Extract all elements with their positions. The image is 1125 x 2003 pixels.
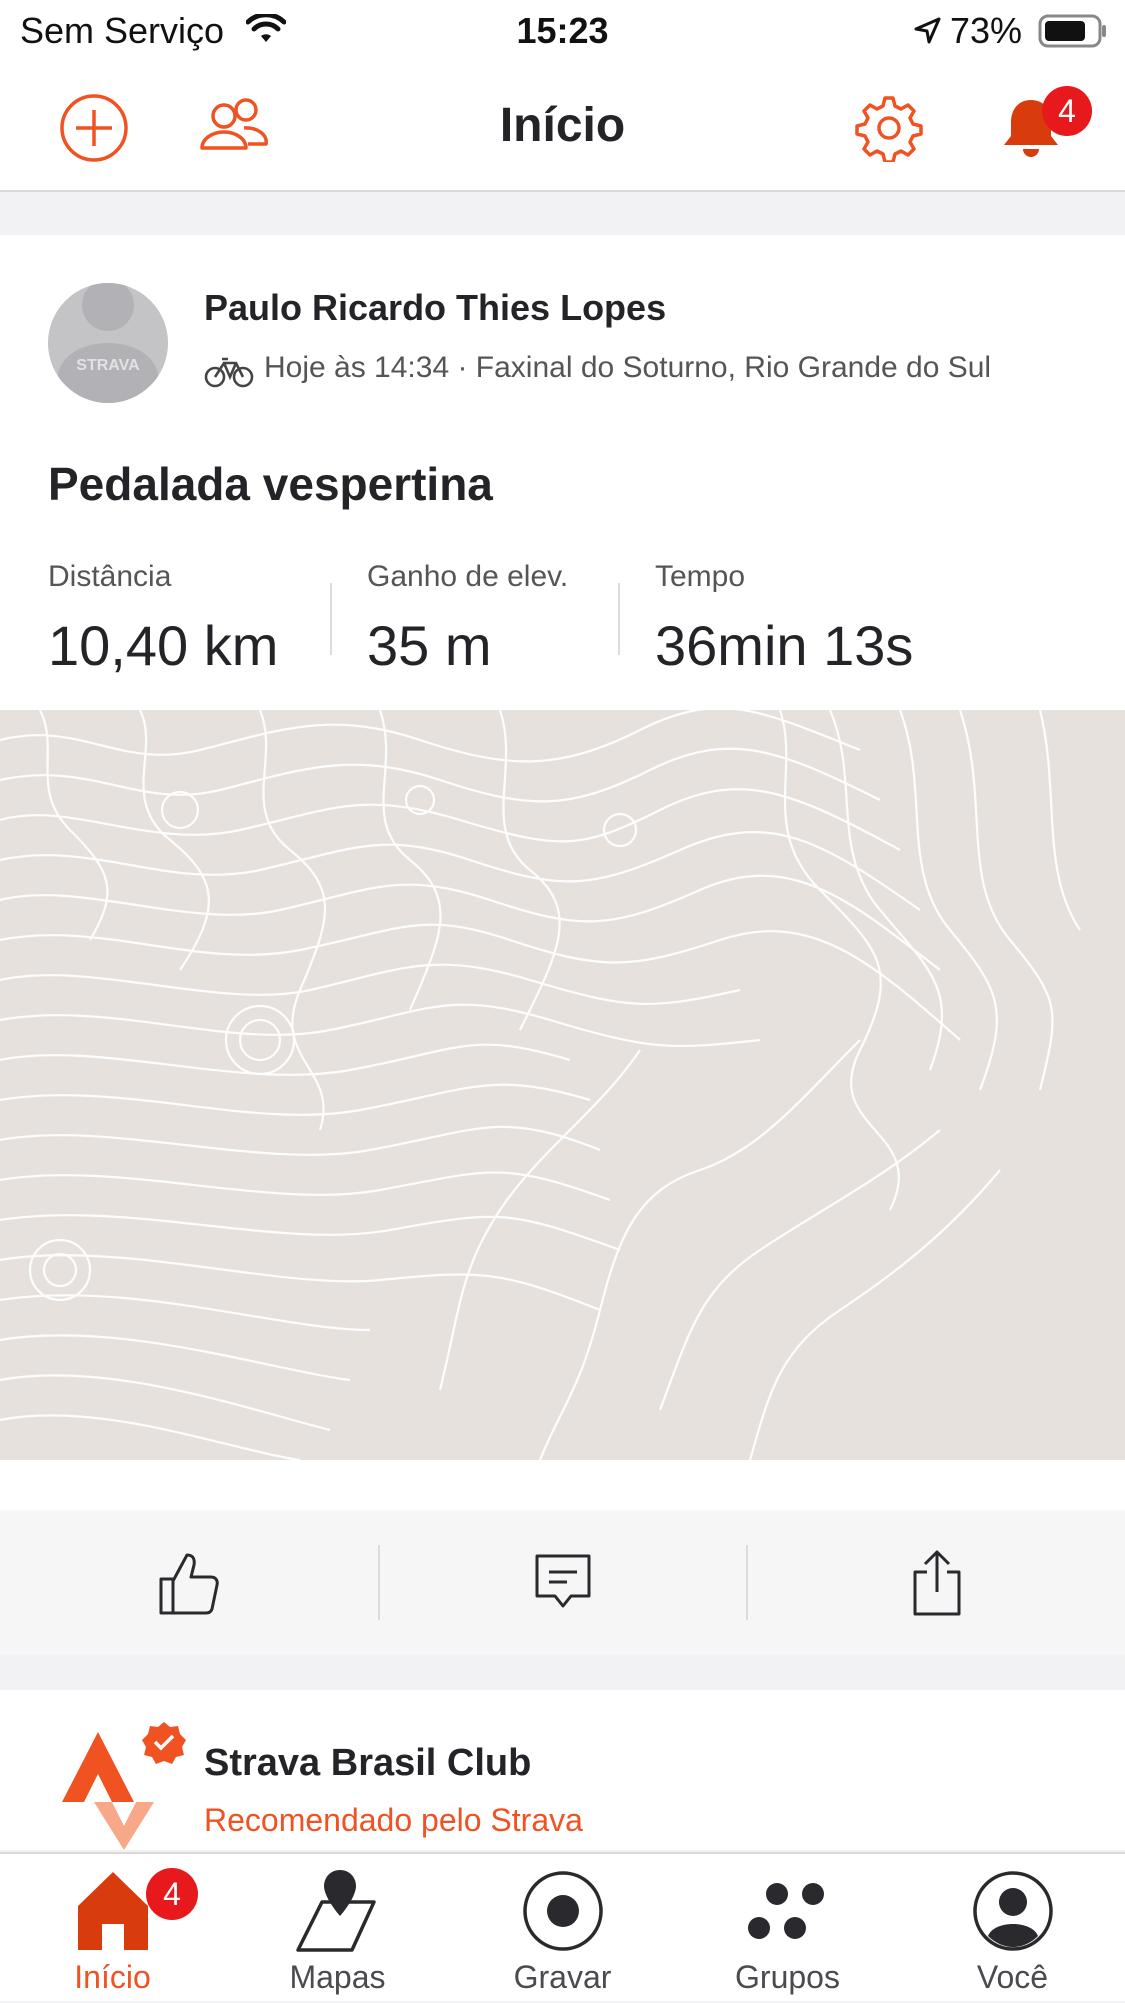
tab-label: Grupos (735, 1959, 840, 1995)
activity-meta: Hoje às 14:34 · Faxinal do Soturno, Rio … (264, 351, 992, 384)
stat-label-distance: Distância (48, 560, 172, 593)
activity-card[interactable]: STRAVA Paulo Ricardo Thies Lopes Hoje às… (0, 235, 1125, 1515)
comment-icon (535, 1554, 591, 1607)
bike-icon (204, 357, 254, 388)
groups-icon (747, 1883, 824, 1939)
activity-actions (0, 1510, 1125, 1655)
stat-value-distance: 10,40 km (48, 614, 279, 677)
gear-icon[interactable] (855, 94, 923, 162)
stat-label-time: Tempo (655, 560, 746, 593)
notification-badge: 4 (1042, 86, 1092, 136)
top-nav: Início 4 (0, 62, 1125, 192)
tab-label: Início (74, 1959, 151, 1995)
club-name[interactable]: Strava Brasil Club (204, 1742, 531, 1785)
comment-button[interactable] (380, 1510, 746, 1655)
status-bar: Sem Serviço 15:23 73% (0, 0, 1125, 62)
avatar-text: STRAVA (76, 357, 140, 374)
club-subtitle: Recomendado pelo Strava (204, 1802, 583, 1838)
club-card[interactable]: Strava Brasil Club Recomendado pelo Stra… (0, 1690, 1125, 1850)
stat-divider (618, 583, 620, 655)
battery-percentage: 73% (950, 10, 1023, 51)
tab-inicio[interactable]: 4 Início (0, 1854, 225, 2003)
profile-icon (972, 1871, 1053, 1951)
tab-mapas[interactable]: Mapas (225, 1854, 450, 2003)
tab-voce[interactable]: Você (900, 1854, 1125, 2003)
share-icon (913, 1550, 960, 1615)
tab-grupos[interactable]: Grupos (675, 1854, 900, 2003)
home-icon (77, 1872, 148, 1950)
map-icon (295, 1870, 376, 1952)
activity-title[interactable]: Pedalada vespertina (48, 457, 493, 511)
activity-map[interactable] (0, 710, 1125, 1460)
tab-label: Mapas (289, 1959, 386, 1995)
stat-value-time: 36min 13s (655, 614, 914, 677)
page-title: Início (499, 99, 626, 152)
kudos-button[interactable] (0, 1510, 378, 1655)
tab-badge: 4 (146, 1868, 198, 1920)
stat-value-elevation: 35 m (367, 614, 492, 677)
record-icon (522, 1871, 603, 1951)
tab-label: Você (976, 1959, 1049, 1995)
verified-badge-icon (142, 1722, 186, 1764)
location-arrow-icon (914, 17, 941, 44)
athlete-name[interactable]: Paulo Ricardo Thies Lopes (204, 287, 666, 329)
tab-bar: 4 Início Mapas Gravar Grupos Você (0, 1852, 1125, 2001)
tab-gravar[interactable]: Gravar (450, 1854, 675, 2003)
stat-label-elevation: Ganho de elev. (367, 560, 569, 593)
avatar[interactable]: STRAVA (48, 283, 168, 403)
stat-divider (330, 583, 332, 655)
tab-label: Gravar (513, 1959, 612, 1995)
battery-icon (1038, 14, 1106, 48)
share-button[interactable] (748, 1510, 1125, 1655)
topographic-map (0, 710, 1081, 1460)
thumbs-up-icon (159, 1553, 219, 1614)
